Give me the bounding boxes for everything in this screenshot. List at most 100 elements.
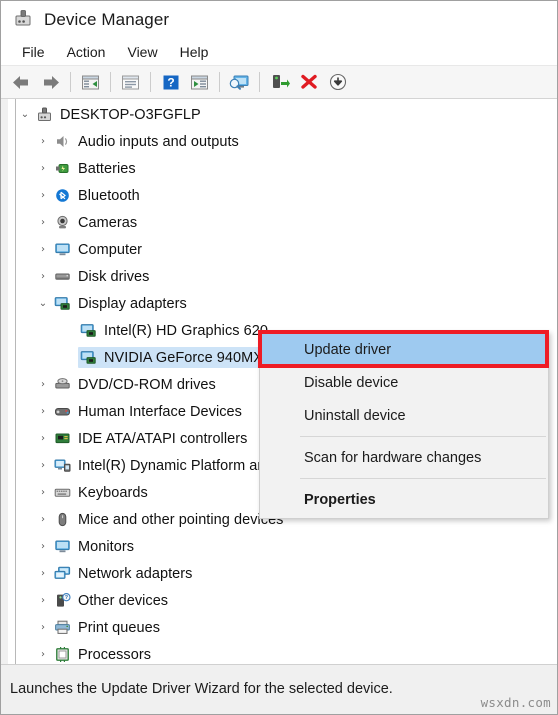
chevron-right-icon[interactable]: ›	[34, 649, 52, 660]
speaker-icon	[54, 133, 71, 150]
chevron-down-icon[interactable]: ⌄	[16, 109, 34, 120]
tree-node-label: Print queues	[78, 619, 161, 636]
tree-node[interactable]: ⌄ Display adapters	[8, 290, 557, 317]
update-driver-icon[interactable]	[186, 70, 213, 95]
chevron-down-icon[interactable]: ⌄	[34, 298, 52, 309]
tree-node-content[interactable]: Batteries	[52, 158, 140, 179]
tree-node-content[interactable]: Mice and other pointing devices	[52, 509, 287, 530]
properties-icon[interactable]	[117, 70, 144, 95]
processor-icon	[54, 646, 71, 663]
tree-node[interactable]: › Print queues	[8, 614, 557, 641]
battery-icon	[54, 160, 71, 177]
platform-framework-icon	[54, 457, 71, 474]
tree-node-content[interactable]: Monitors	[52, 536, 138, 557]
context-menu-item-properties[interactable]: Properties	[260, 483, 548, 516]
chevron-right-icon[interactable]: ›	[34, 217, 52, 228]
tree-node-content[interactable]: ? Other devices	[52, 590, 172, 611]
scan-hardware-changes-icon[interactable]	[226, 70, 253, 95]
tree-node-label: Monitors	[78, 538, 134, 555]
device-manager-icon	[13, 8, 33, 33]
chevron-right-icon[interactable]: ›	[34, 595, 52, 606]
chevron-right-icon[interactable]: ›	[34, 244, 52, 255]
download-icon[interactable]	[324, 70, 351, 95]
svg-text:?: ?	[167, 75, 174, 89]
tree-node-label: Audio inputs and outputs	[78, 133, 239, 150]
device-context-menu[interactable]: Update driver Disable device Uninstall d…	[259, 331, 549, 519]
toolbar-separator	[70, 72, 71, 92]
chevron-right-icon[interactable]: ›	[34, 406, 52, 417]
toolbar-separator	[110, 72, 111, 92]
tree-node-content[interactable]: Computer	[52, 239, 146, 260]
tree-node-content[interactable]: Cameras	[52, 212, 141, 233]
tree-node-label: Mice and other pointing devices	[78, 511, 284, 528]
chevron-right-icon[interactable]: ›	[34, 163, 52, 174]
tree-node-content[interactable]: Disk drives	[52, 266, 153, 287]
context-menu-item-scan-for-hardware-changes[interactable]: Scan for hardware changes	[260, 441, 548, 474]
tree-node-label: Cameras	[78, 214, 138, 231]
chevron-right-icon[interactable]: ›	[34, 460, 52, 471]
tree-node[interactable]: › Network adapters	[8, 560, 557, 587]
enable-device-icon[interactable]	[266, 70, 293, 95]
chevron-right-icon[interactable]: ›	[34, 433, 52, 444]
tree-node[interactable]: › Disk drives	[8, 263, 557, 290]
show-hide-console-tree-icon[interactable]	[77, 70, 104, 95]
ide-controller-icon	[54, 430, 71, 447]
tree-node[interactable]: ⌄ DESKTOP-O3FGFLP	[8, 101, 557, 128]
tree-node-content[interactable]: Bluetooth	[52, 185, 144, 206]
tree-node-content[interactable]: Human Interface Devices	[52, 401, 246, 422]
context-menu-item-uninstall-device[interactable]: Uninstall device	[260, 399, 548, 432]
tree-node[interactable]: ›? Other devices	[8, 587, 557, 614]
monitor-icon	[54, 538, 71, 555]
chevron-right-icon[interactable]: ›	[34, 568, 52, 579]
chevron-right-icon[interactable]: ›	[34, 514, 52, 525]
forward-arrow-icon[interactable]	[37, 70, 64, 95]
menu-view[interactable]: View	[116, 42, 168, 62]
tree-node[interactable]: › Processors	[8, 641, 557, 666]
tree-node-content[interactable]: Print queues	[52, 617, 164, 638]
tree-node-content[interactable]: Processors	[52, 644, 155, 665]
tree-node-content[interactable]: NVIDIA GeForce 940MX	[78, 347, 267, 368]
help-icon[interactable]: ?	[157, 70, 184, 95]
context-menu-item-disable-device[interactable]: Disable device	[260, 366, 548, 399]
tree-node-label: Batteries	[78, 160, 136, 177]
toolbar-separator	[259, 72, 260, 92]
context-menu-item-update-driver[interactable]: Update driver	[260, 333, 548, 366]
chevron-right-icon[interactable]: ›	[34, 487, 52, 498]
chevron-right-icon[interactable]: ›	[34, 379, 52, 390]
tree-node[interactable]: › Bluetooth	[8, 182, 557, 209]
tree-node-content[interactable]: Network adapters	[52, 563, 196, 584]
status-bar: Launches the Update Driver Wizard for th…	[1, 664, 557, 714]
tree-node[interactable]: › Audio inputs and outputs	[8, 128, 557, 155]
chevron-right-icon[interactable]: ›	[34, 136, 52, 147]
printer-icon	[54, 619, 71, 636]
tree-node-label: DESKTOP-O3FGFLP	[60, 106, 201, 123]
network-adapter-icon	[54, 565, 71, 582]
tree-node-content[interactable]: Display adapters	[52, 293, 191, 314]
tree-node-label: Human Interface Devices	[78, 403, 242, 420]
tree-node-content[interactable]: DVD/CD-ROM drives	[52, 374, 220, 395]
toolbar-separator	[219, 72, 220, 92]
uninstall-device-icon[interactable]	[295, 70, 322, 95]
tree-node[interactable]: › Computer	[8, 236, 557, 263]
tree-node-label: Processors	[78, 646, 152, 663]
window-title: Device Manager	[44, 10, 170, 29]
tree-node-content[interactable]: Audio inputs and outputs	[52, 131, 243, 152]
tree-node-content[interactable]: DESKTOP-O3FGFLP	[34, 104, 205, 125]
bluetooth-icon	[54, 187, 71, 204]
tree-node-label: Computer	[78, 241, 143, 258]
tree-node[interactable]: › Cameras	[8, 209, 557, 236]
tree-node[interactable]: › Monitors	[8, 533, 557, 560]
menu-action[interactable]: Action	[56, 42, 117, 62]
menu-help[interactable]: Help	[169, 42, 220, 62]
menu-file[interactable]: File	[11, 42, 56, 62]
tree-node-content[interactable]: Intel(R) HD Graphics 620	[78, 320, 272, 341]
chevron-right-icon[interactable]: ›	[34, 541, 52, 552]
tree-node-content[interactable]: Keyboards	[52, 482, 152, 503]
tree-node-content[interactable]: IDE ATA/ATAPI controllers	[52, 428, 251, 449]
back-arrow-icon[interactable]	[8, 70, 35, 95]
chevron-right-icon[interactable]: ›	[34, 190, 52, 201]
chevron-right-icon[interactable]: ›	[34, 622, 52, 633]
tree-node-label: Disk drives	[78, 268, 150, 285]
tree-node[interactable]: › Batteries	[8, 155, 557, 182]
chevron-right-icon[interactable]: ›	[34, 271, 52, 282]
